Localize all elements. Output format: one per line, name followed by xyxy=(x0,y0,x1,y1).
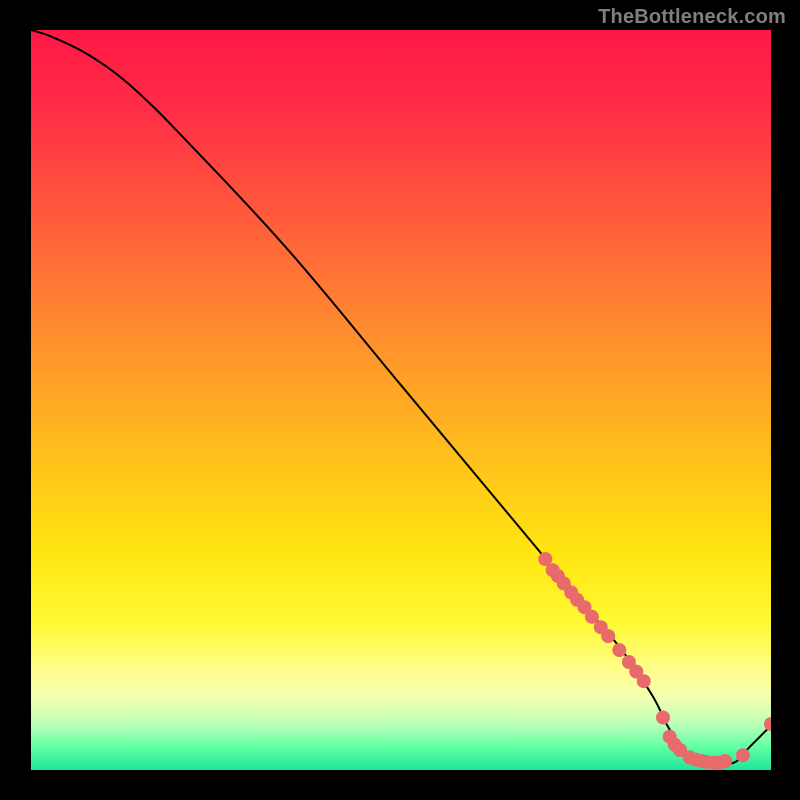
data-point xyxy=(736,748,750,762)
chart-svg xyxy=(31,30,771,770)
data-point xyxy=(764,717,771,731)
data-point xyxy=(601,629,615,643)
watermark-text: TheBottleneck.com xyxy=(598,6,786,29)
data-point xyxy=(637,674,651,688)
data-point xyxy=(718,754,732,768)
data-point xyxy=(656,711,670,725)
plot-area xyxy=(31,30,771,770)
data-point xyxy=(612,643,626,657)
data-markers xyxy=(538,552,771,770)
chart-stage: TheBottleneck.com xyxy=(0,0,800,800)
bottleneck-curve xyxy=(31,30,771,764)
